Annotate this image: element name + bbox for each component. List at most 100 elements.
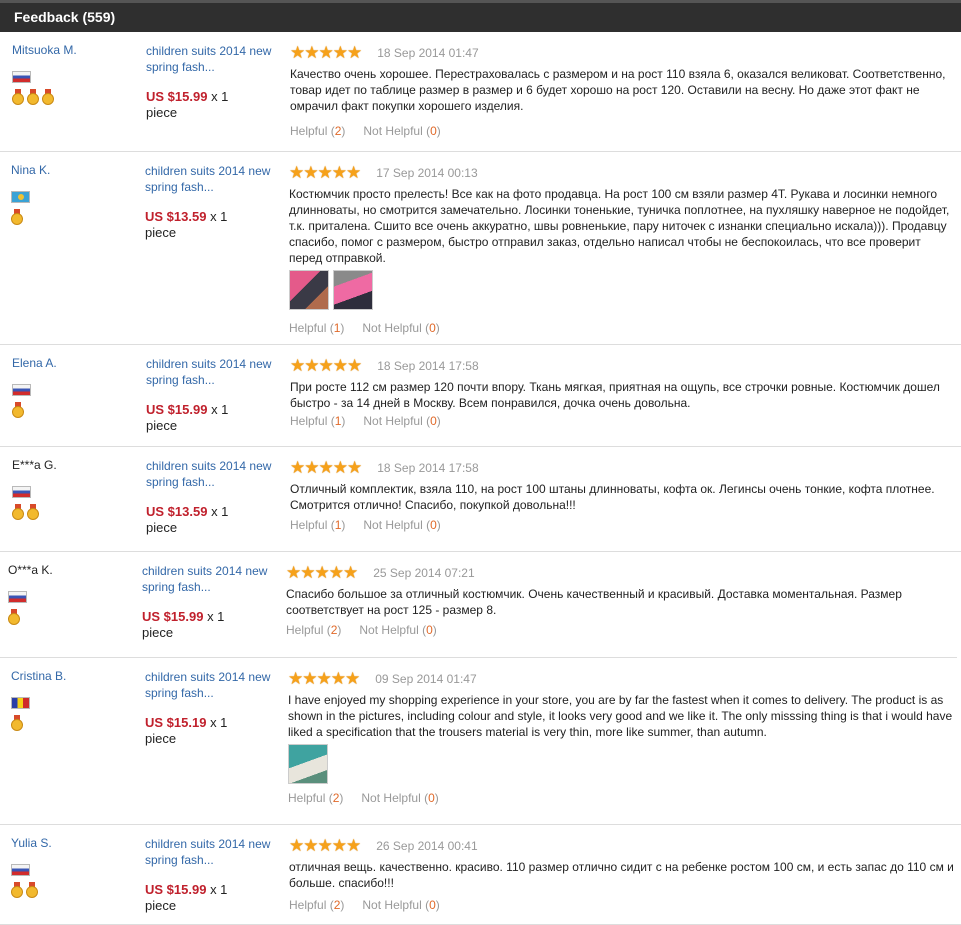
helpful-button[interactable]: Helpful (2)	[289, 898, 344, 912]
helpful-button[interactable]: Helpful (2)	[286, 623, 341, 637]
helpful-button[interactable]: Helpful (1)	[290, 518, 345, 532]
helpful-button[interactable]: Helpful (1)	[289, 321, 344, 335]
review-item: E***a G. children suits 2014 new spring f…	[0, 447, 961, 552]
reviewer-info: Elena A.	[12, 356, 132, 420]
unit: piece	[146, 520, 178, 535]
review-photo-thumbnail[interactable]	[289, 270, 329, 310]
reviewer-medals	[11, 209, 131, 227]
helpful-label: Helpful	[289, 898, 327, 912]
unit: piece	[146, 105, 178, 120]
reviewer-name[interactable]: Yulia S.	[11, 836, 131, 850]
order-price: US $13.59 x 1 piece	[146, 504, 276, 536]
rating-stars-icon: ★★★★★	[289, 836, 361, 855]
not-helpful-button[interactable]: Not Helpful (0)	[362, 898, 439, 912]
rating-stars-icon: ★★★★★	[290, 458, 362, 477]
review-item: Elena A. children suits 2014 new spring f…	[0, 345, 961, 447]
price-value: US $13.59	[145, 209, 207, 224]
review-list: Mitsuoka M. children suits 2014 new sprin…	[0, 32, 961, 925]
helpful-button[interactable]: Helpful (1)	[290, 414, 345, 428]
not-helpful-label: Not Helpful	[362, 321, 422, 335]
helpful-votes: Helpful (2) Not Helpful (0)	[289, 898, 458, 912]
product-link[interactable]: children suits 2014 new spring fash...	[142, 563, 272, 595]
product-link[interactable]: children suits 2014 new spring fash...	[145, 163, 275, 195]
reviewer-medals	[12, 504, 132, 522]
review-content: ★★★★★ 18 Sep 2014 01:47 Качество очень хор…	[290, 43, 957, 114]
russia-flag-icon	[8, 591, 27, 603]
review-photos	[288, 744, 957, 784]
review-content: ★★★★★ 25 Sep 2014 07:21 Спасибо большое за…	[286, 563, 953, 618]
helpful-count: 1	[333, 321, 341, 335]
order-price: US $15.19 x 1 piece	[145, 715, 275, 747]
helpful-count: 2	[333, 898, 341, 912]
review-content: ★★★★★ 17 Sep 2014 00:13 Костюмчик просто п…	[289, 163, 957, 310]
medal-icon	[26, 882, 38, 898]
product-link[interactable]: children suits 2014 new spring fash...	[145, 669, 275, 701]
russia-flag-icon	[12, 384, 31, 396]
reviewer-info: E***a G.	[12, 458, 132, 522]
not-helpful-count: 0	[430, 124, 437, 138]
medal-icon	[27, 89, 39, 105]
quantity: x 1	[211, 504, 229, 519]
not-helpful-label: Not Helpful	[361, 791, 421, 805]
reviewer-name[interactable]: Mitsuoka M.	[12, 43, 132, 57]
reviewer-name[interactable]: Nina K.	[11, 163, 131, 177]
product-info: children suits 2014 new spring fash... US…	[146, 43, 276, 121]
helpful-count: 1	[334, 518, 342, 532]
helpful-votes: Helpful (1) Not Helpful (0)	[290, 518, 459, 532]
price-value: US $15.99	[146, 89, 208, 104]
product-link[interactable]: children suits 2014 new spring fash...	[145, 836, 275, 868]
review-content: ★★★★★ 09 Sep 2014 01:47 I have enjoyed my …	[288, 669, 957, 784]
product-info: children suits 2014 new spring fash... US…	[142, 563, 272, 641]
product-link[interactable]: children suits 2014 new spring fash...	[146, 43, 276, 75]
helpful-label: Helpful	[286, 623, 324, 637]
not-helpful-button[interactable]: Not Helpful (0)	[361, 791, 438, 805]
reviewer-info: Cristina B.	[11, 669, 131, 733]
review-date: 18 Sep 2014 17:58	[377, 461, 479, 475]
review-text: Качество очень хорошее. Перестраховалась…	[290, 67, 946, 113]
product-link[interactable]: children suits 2014 new spring fash...	[146, 356, 276, 388]
not-helpful-button[interactable]: Not Helpful (0)	[363, 518, 440, 532]
quantity: x 1	[210, 882, 228, 897]
feedback-header: Feedback (559)	[0, 0, 961, 32]
not-helpful-button[interactable]: Not Helpful (0)	[363, 124, 440, 138]
reviewer-info: Nina K.	[11, 163, 131, 227]
not-helpful-label: Not Helpful	[359, 623, 419, 637]
review-date: 09 Sep 2014 01:47	[375, 672, 477, 686]
medal-icon	[11, 882, 23, 898]
medal-icon	[12, 89, 24, 105]
not-helpful-count: 0	[426, 623, 433, 637]
review-text: Спасибо большое за отличный костюмчик. О…	[286, 587, 902, 617]
order-price: US $15.99 x 1 piece	[146, 402, 276, 434]
helpful-button[interactable]: Helpful (2)	[288, 791, 343, 805]
not-helpful-button[interactable]: Not Helpful (0)	[362, 321, 439, 335]
helpful-votes: Helpful (1) Not Helpful (0)	[290, 414, 459, 428]
price-value: US $13.59	[146, 504, 208, 519]
unit: piece	[145, 731, 177, 746]
russia-flag-icon	[12, 71, 31, 83]
not-helpful-button[interactable]: Not Helpful (0)	[363, 414, 440, 428]
helpful-button[interactable]: Helpful (2)	[290, 124, 345, 138]
not-helpful-button[interactable]: Not Helpful (0)	[359, 623, 436, 637]
not-helpful-count: 0	[430, 518, 437, 532]
review-item: Mitsuoka M. children suits 2014 new sprin…	[0, 32, 961, 152]
not-helpful-label: Not Helpful	[363, 414, 423, 428]
medal-icon	[8, 609, 20, 625]
helpful-votes: Helpful (2) Not Helpful (0)	[288, 791, 457, 805]
product-info: children suits 2014 new spring fash... US…	[145, 836, 275, 914]
reviewer-name[interactable]: Elena A.	[12, 356, 132, 370]
review-text: отличная вещь. качественно. красиво. 110…	[289, 860, 954, 890]
rating-stars-icon: ★★★★★	[289, 163, 361, 182]
reviewer-name[interactable]: Cristina B.	[11, 669, 131, 683]
romania-flag-icon	[11, 697, 30, 709]
review-photo-thumbnail[interactable]	[333, 270, 373, 310]
medal-icon	[12, 504, 24, 520]
review-content: ★★★★★ 18 Sep 2014 17:58 При росте 112 см р…	[290, 356, 957, 411]
helpful-count: 2	[334, 124, 342, 138]
unit: piece	[145, 225, 177, 240]
product-link[interactable]: children suits 2014 new spring fash...	[146, 458, 276, 490]
helpful-votes: Helpful (2) Not Helpful (0)	[290, 124, 459, 138]
reviewer-info: O***a K.	[8, 563, 128, 627]
review-photo-thumbnail[interactable]	[288, 744, 328, 784]
medal-icon	[42, 89, 54, 105]
reviewer-info: Mitsuoka M.	[12, 43, 132, 107]
